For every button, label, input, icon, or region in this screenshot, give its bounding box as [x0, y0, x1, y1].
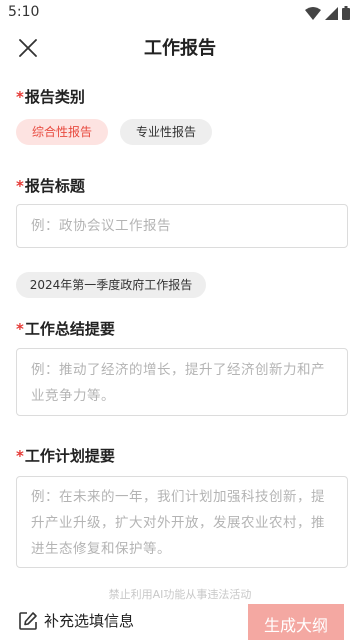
ai-usage-notice: 禁止利用AI功能从事违法活动 [108, 588, 252, 601]
work-plan-label-text: 工作计划提要 [24, 447, 115, 465]
supplement-info-button[interactable]: 补充选填信息 [18, 610, 134, 631]
generate-outline-button[interactable]: 生成大纲 [248, 604, 344, 640]
work-plan-textarea[interactable]: 例：在未来的一年，我们计划加强科技创新，提升产业升级，扩大对外开放，发展农业农村… [16, 476, 348, 568]
work-summary-label: *工作总结提要 [16, 318, 115, 339]
work-plan-label: *工作计划提要 [16, 445, 115, 466]
required-mark: * [16, 88, 24, 106]
status-icons [305, 6, 350, 20]
title-suggestion-chip[interactable]: 2024年第一季度政府工作报告 [16, 272, 206, 298]
cellular-signal-icon [325, 6, 338, 20]
app-bar: 工作报告 [0, 28, 360, 66]
required-mark: * [16, 320, 24, 338]
edit-icon [19, 611, 37, 630]
battery-icon [342, 6, 350, 20]
required-mark: * [16, 177, 24, 195]
report-type-label-text: 报告类别 [24, 88, 85, 106]
chip-comprehensive-report[interactable]: 综合性报告 [16, 119, 108, 145]
required-mark: * [16, 447, 24, 465]
supplement-info-label: 补充选填信息 [44, 612, 135, 630]
report-title-label: *报告标题 [16, 175, 85, 196]
status-bar: 5:10 [0, 0, 360, 26]
status-time: 5:10 [8, 4, 40, 20]
wifi-icon [305, 6, 321, 20]
report-title-label-text: 报告标题 [24, 177, 85, 195]
bottom-bar: 补充选填信息 生成大纲 [0, 602, 360, 640]
report-type-label: *报告类别 [16, 86, 85, 107]
work-summary-label-text: 工作总结提要 [24, 320, 115, 338]
report-title-input[interactable]: 例：政协会议工作报告 [16, 204, 348, 248]
chip-professional-report[interactable]: 专业性报告 [120, 119, 212, 145]
page-title: 工作报告 [144, 38, 216, 59]
work-summary-textarea[interactable]: 例：推动了经济的增长，提升了经济创新力和产业竞争力等。 [16, 348, 348, 416]
